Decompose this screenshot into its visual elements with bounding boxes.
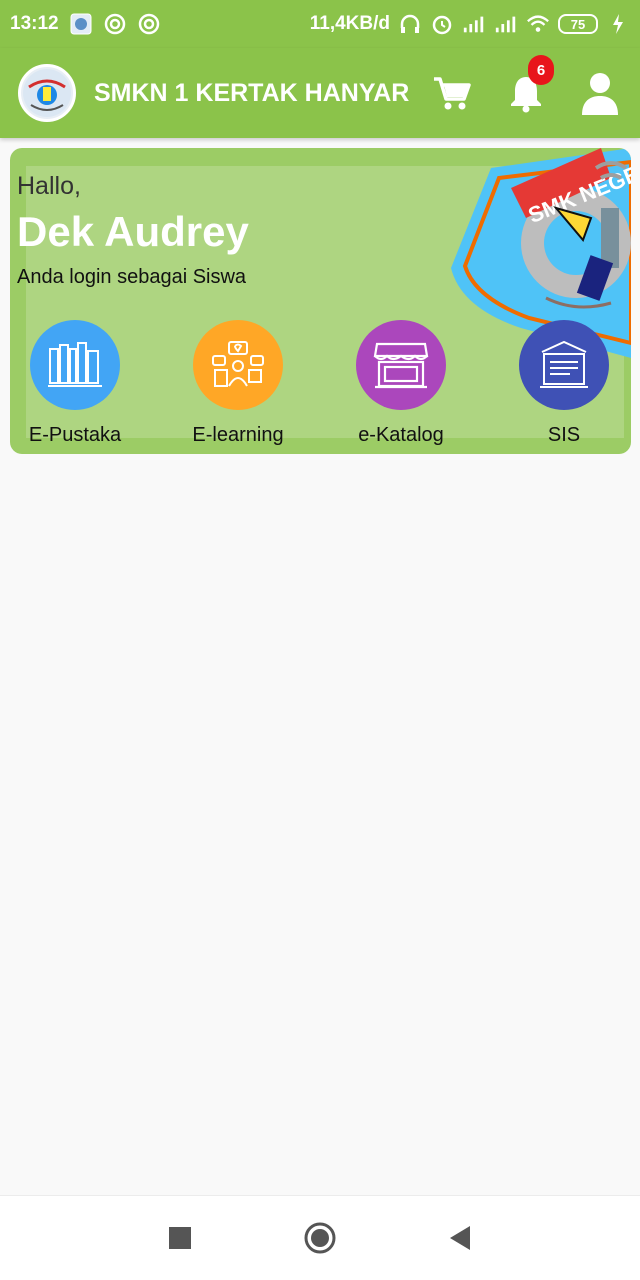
menu-item-e-pustaka[interactable]: E-Pustaka <box>0 320 150 447</box>
e-katalog-button[interactable] <box>356 320 446 410</box>
notification-badge: 6 <box>528 55 554 85</box>
app-bar: SMKN 1 KERTAK HANYAR 6 <box>0 48 640 138</box>
network-speed: 11,4KB/d <box>309 13 390 34</box>
back-triangle-icon <box>450 1226 470 1250</box>
status-time: 13:12 <box>10 13 59 34</box>
sis-button[interactable] <box>519 320 609 410</box>
menu-item-e-katalog[interactable]: e-Katalog <box>326 320 476 447</box>
system-nav-bar <box>0 1195 640 1280</box>
menu-label: E-Pustaka <box>28 424 122 446</box>
greeting-text: Hallo, <box>17 172 81 200</box>
e-pustaka-button[interactable] <box>30 320 120 410</box>
status-bar: 13:12 11,4KB/d 75 <box>0 0 640 48</box>
e-learning-button[interactable] <box>193 320 283 410</box>
headphones-icon <box>398 12 422 36</box>
notification-button[interactable]: 6 <box>504 55 554 115</box>
user-name: Dek Audrey <box>17 208 249 255</box>
home-button[interactable] <box>295 1213 345 1263</box>
menu-item-e-learning[interactable]: E-learning <box>163 320 313 447</box>
menu-label: E-learning <box>192 424 284 446</box>
profile-button[interactable] <box>578 71 622 115</box>
charging-icon <box>606 12 630 36</box>
school-icon <box>540 340 588 388</box>
user-icon <box>582 73 618 115</box>
login-role-text: Anda login sebagai Siswa <box>17 266 247 288</box>
menu-label: SIS <box>547 424 581 446</box>
back-button[interactable] <box>435 1213 485 1263</box>
school-logo <box>18 64 76 122</box>
signal-icon-2 <box>494 12 518 36</box>
circle-icon <box>304 1222 336 1254</box>
app-notification-icon <box>69 12 93 36</box>
app-title: SMKN 1 KERTAK HANYAR <box>94 78 410 107</box>
wifi-icon <box>526 12 550 36</box>
menu-item-sis[interactable]: SIS <box>489 320 639 447</box>
cart-icon <box>434 77 471 110</box>
elearning-icon <box>212 341 264 387</box>
signal-icon <box>462 12 486 36</box>
menu-label: e-Katalog <box>358 424 444 446</box>
cart-button[interactable] <box>430 71 474 115</box>
alarm-icon <box>430 12 454 36</box>
battery-level: 75 <box>570 16 586 32</box>
square-icon <box>169 1227 191 1249</box>
recents-button[interactable] <box>155 1213 205 1263</box>
store-icon <box>373 342 429 389</box>
sync-icon-2 <box>137 12 161 36</box>
sync-icon <box>103 12 127 36</box>
library-icon <box>48 342 102 387</box>
battery-indicator: 75 <box>558 14 598 34</box>
